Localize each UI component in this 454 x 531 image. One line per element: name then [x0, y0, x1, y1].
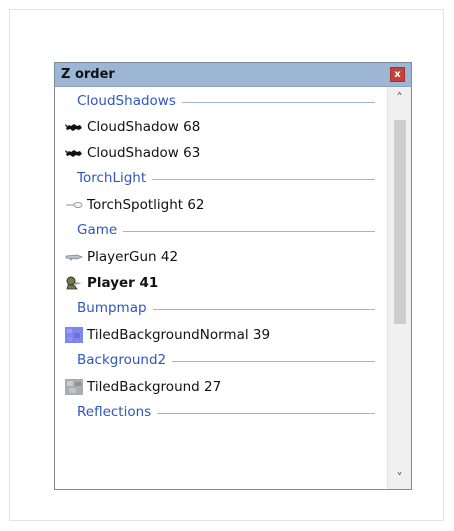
item-label: TiledBackgroundNormal 39	[87, 327, 271, 343]
item-label: TiledBackground 27	[87, 379, 222, 395]
item-label: TorchSpotlight 62	[87, 197, 205, 213]
cloud-shadow-icon	[65, 150, 82, 157]
normal-map-icon	[65, 327, 83, 343]
tiled-background-icon	[65, 379, 83, 395]
list-item-cloudshadow-63[interactable]: CloudShadow 63	[55, 140, 387, 166]
list-item-playergun-42[interactable]: PlayerGun 42	[55, 244, 387, 270]
list-item-torchspotlight-62[interactable]: TorchSpotlight 62	[55, 192, 387, 218]
layer-list[interactable]: CloudShadows CloudShadow 68 CloudShadow …	[55, 87, 387, 489]
close-icon: x	[394, 69, 401, 80]
item-label: PlayerGun 42	[87, 249, 179, 265]
scroll-up-button[interactable]: ˄	[388, 89, 411, 107]
chevron-up-icon: ˄	[396, 91, 403, 105]
list-item-player-41[interactable]: Player 41	[55, 270, 387, 296]
group-reflections[interactable]: Reflections	[55, 400, 387, 424]
panel-title: Z order	[61, 67, 115, 82]
group-label: Game	[77, 222, 124, 238]
group-label: Bumpmap	[77, 300, 153, 316]
list-item-tiledbackgroundnormal-39[interactable]: TiledBackgroundNormal 39	[55, 322, 387, 348]
chevron-down-icon: ˅	[396, 471, 403, 485]
group-label: TorchLight	[77, 170, 153, 186]
player-icon	[66, 276, 82, 290]
title-bar[interactable]: Z order x	[55, 63, 411, 87]
scroll-down-button[interactable]: ˅	[388, 469, 411, 487]
player-gun-icon	[65, 254, 83, 261]
group-bumpmap[interactable]: Bumpmap	[55, 296, 387, 320]
list-item-tiledbackground-27[interactable]: TiledBackground 27	[55, 374, 387, 400]
group-cloudshadows[interactable]: CloudShadows	[55, 89, 387, 113]
group-label: CloudShadows	[77, 93, 182, 109]
close-button[interactable]: x	[390, 67, 405, 82]
item-label: CloudShadow 68	[87, 119, 201, 135]
group-torchlight[interactable]: TorchLight	[55, 166, 387, 190]
item-label: CloudShadow 63	[87, 145, 201, 161]
vertical-scrollbar[interactable]: ˄ ˅	[387, 87, 411, 489]
group-label: Reflections	[77, 404, 158, 420]
item-label: Player 41	[87, 275, 159, 291]
torch-spotlight-icon	[66, 202, 83, 208]
z-order-panel: Z order x CloudShadows CloudShadow 68 Cl…	[54, 62, 412, 490]
scroll-thumb[interactable]	[394, 120, 406, 324]
group-background2[interactable]: Background2	[55, 348, 387, 372]
group-label: Background2	[77, 352, 173, 368]
group-game[interactable]: Game	[55, 218, 387, 242]
list-item-cloudshadow-68[interactable]: CloudShadow 68	[55, 114, 387, 140]
cloud-shadow-icon	[65, 124, 82, 131]
